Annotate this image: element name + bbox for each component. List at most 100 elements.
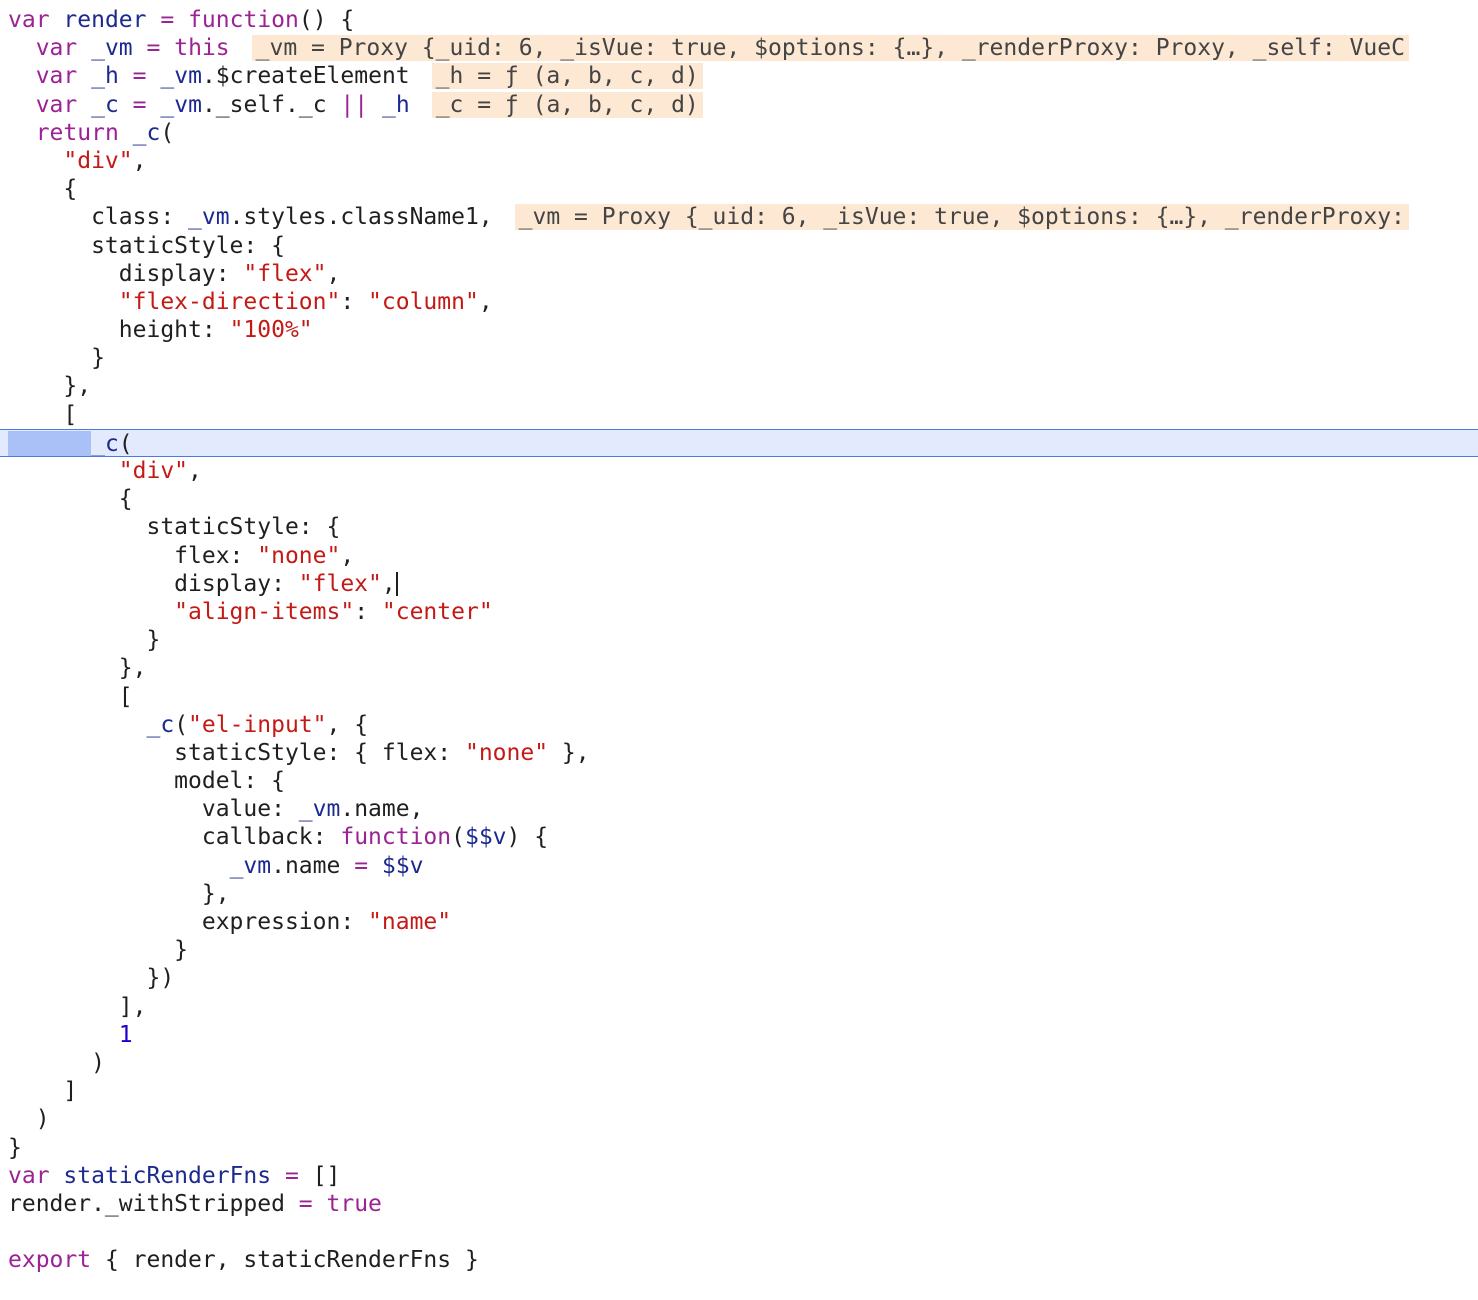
identifier-token: _c: [146, 711, 175, 738]
inline-value-hint: _vm = Proxy {_uid: 6, _isVue: true, $opt…: [251, 35, 1409, 62]
code-line[interactable]: staticStyle: {: [0, 513, 1478, 541]
code-token: ): [8, 1049, 105, 1076]
code-line[interactable]: ]: [0, 1077, 1478, 1105]
code-line[interactable]: class: _vm.styles.className1, _vm = Proxy…: [0, 203, 1478, 231]
code-line[interactable]: "div",: [0, 457, 1478, 485]
identifier-token: _vm: [298, 796, 341, 823]
code-line[interactable]: }: [0, 626, 1478, 654]
code-line[interactable]: callback: function($$v) {: [0, 823, 1478, 851]
code-line[interactable]: "flex-direction": "column",: [0, 288, 1478, 316]
code-line[interactable]: },: [0, 880, 1478, 908]
code-line[interactable]: model: {: [0, 767, 1478, 795]
string-token: "none": [464, 739, 549, 766]
code-line[interactable]: [: [0, 401, 1478, 429]
code-editor[interactable]: var render = function() { var _vm = this…: [0, 6, 1478, 1274]
identifier-token: _h: [91, 63, 119, 90]
code-line[interactable]: {: [0, 485, 1478, 513]
selection-token: [8, 430, 92, 456]
code-line[interactable]: }: [0, 344, 1478, 372]
code-line[interactable]: value: _vm.name,: [0, 795, 1478, 823]
code-line[interactable]: export { render, staticRenderFns }: [0, 1246, 1478, 1274]
code-token: ,: [340, 542, 355, 569]
code-token: :: [340, 288, 369, 315]
keyword-token: var: [8, 1162, 50, 1189]
code-line[interactable]: render._withStripped = true: [0, 1190, 1478, 1218]
code-token: ): [8, 1106, 50, 1133]
code-token: render._withStripped: [8, 1190, 299, 1217]
code-line[interactable]: },: [0, 654, 1478, 682]
string-token: "flex-direction": [118, 288, 341, 315]
code-line[interactable]: var render = function() {: [0, 6, 1478, 34]
code-line[interactable]: expression: "name": [0, 908, 1478, 936]
operator-token: =: [132, 91, 147, 118]
code-line[interactable]: var _h = _vm.$createElement _h = ƒ (a, b,…: [0, 62, 1478, 90]
code-token: {: [8, 176, 78, 203]
code-line[interactable]: height: "100%": [0, 316, 1478, 344]
code-line[interactable]: _vm.name = $$v: [0, 852, 1478, 880]
keyword-token: export: [8, 1247, 92, 1274]
code-line[interactable]: [: [0, 683, 1478, 711]
code-line[interactable]: [0, 1218, 1478, 1246]
code-line[interactable]: ],: [0, 993, 1478, 1021]
code-line[interactable]: var _vm = this _vm = Proxy {_uid: 6, _isV…: [0, 34, 1478, 62]
code-line[interactable]: ): [0, 1105, 1478, 1133]
string-token: "none": [257, 542, 341, 569]
operator-token: ||: [340, 91, 369, 118]
code-token: },: [548, 739, 590, 766]
code-line[interactable]: 1: [0, 1021, 1478, 1049]
code-line[interactable]: }): [0, 964, 1478, 992]
operator-token: =: [354, 852, 369, 879]
code-line[interactable]: {: [0, 175, 1478, 203]
code-line[interactable]: staticStyle: {: [0, 232, 1478, 260]
code-token: model: {: [8, 768, 285, 795]
identifier-token: _vm: [188, 204, 230, 231]
code-line[interactable]: return _c(: [0, 119, 1478, 147]
operator-token: =: [146, 35, 161, 62]
string-token: "flex": [298, 570, 382, 597]
identifier-token: _vm: [160, 63, 202, 90]
code-line[interactable]: display: "flex",: [0, 570, 1478, 598]
code-line[interactable]: display: "flex",: [0, 260, 1478, 288]
code-line[interactable]: }: [0, 936, 1478, 964]
keyword-token: var: [35, 35, 78, 62]
code-line[interactable]: flex: "none",: [0, 542, 1478, 570]
code-token: ,: [132, 147, 147, 174]
code-line[interactable]: "align-items": "center": [0, 598, 1478, 626]
code-token: (: [174, 711, 189, 738]
code-token: .styles.className1,: [229, 204, 493, 231]
string-token: "flex": [243, 260, 327, 287]
identifier-token: $$v: [381, 852, 424, 879]
code-line-current[interactable]: _c(: [0, 428, 1478, 457]
code-line[interactable]: ): [0, 1049, 1478, 1077]
code-line[interactable]: },: [0, 372, 1478, 400]
operator-token: =: [132, 63, 147, 90]
inline-value-hint: _c = ƒ (a, b, c, d): [431, 91, 703, 118]
code-line[interactable]: var _c = _vm._self._c || _h _c = ƒ (a, b,…: [0, 91, 1478, 119]
code-token: callback:: [8, 824, 341, 851]
code-token: staticStyle: {: [8, 514, 341, 541]
code-token: staticStyle: {: [8, 232, 285, 259]
code-token: [: [8, 401, 78, 428]
code-line[interactable]: _c("el-input", {: [0, 711, 1478, 739]
code-token: },: [8, 655, 147, 682]
code-line[interactable]: staticStyle: { flex: "none" },: [0, 739, 1478, 767]
code-token: }: [8, 627, 161, 654]
code-line[interactable]: }: [0, 1134, 1478, 1162]
code-line[interactable]: var staticRenderFns = []: [0, 1162, 1478, 1190]
identifier-token: _vm: [160, 91, 202, 118]
code-line[interactable]: "div",: [0, 147, 1478, 175]
